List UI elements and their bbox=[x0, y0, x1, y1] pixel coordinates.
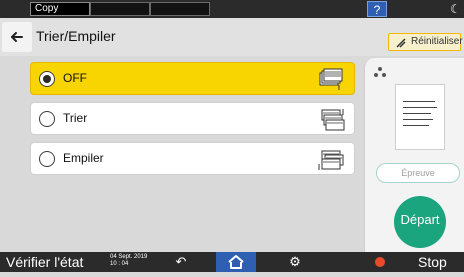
check-status-label: Vérifier l'état bbox=[6, 254, 84, 270]
proof-label: Épreuve bbox=[401, 168, 435, 178]
page-title: Trier/Empiler bbox=[36, 28, 116, 44]
output-sort-icon bbox=[321, 109, 345, 131]
tab-empty-1[interactable] bbox=[90, 2, 150, 16]
start-button[interactable]: Départ bbox=[394, 196, 446, 248]
document-preview bbox=[395, 84, 445, 150]
radio-off[interactable] bbox=[39, 71, 55, 87]
date: 04 Sept. 2019 bbox=[110, 254, 148, 260]
help-label: ? bbox=[373, 3, 381, 17]
proof-button[interactable]: Épreuve bbox=[376, 163, 460, 183]
start-label: Départ bbox=[400, 212, 440, 227]
settings-icon[interactable]: ⚙ bbox=[286, 254, 304, 270]
stop-icon bbox=[375, 257, 385, 267]
top-status-bar: Copy ? ☾ bbox=[0, 0, 464, 18]
tab-copy[interactable]: Copy bbox=[30, 2, 90, 16]
color-mode-icon bbox=[374, 67, 386, 77]
reset-button[interactable]: Réinitialiser bbox=[388, 33, 463, 51]
back-icon[interactable]: ↶ bbox=[172, 254, 190, 270]
radio-sort[interactable] bbox=[39, 111, 55, 127]
tab-label: Copy bbox=[35, 3, 59, 14]
bottom-bar: Vérifier l'état 04 Sept. 2019 10 : 04 ↶ … bbox=[0, 252, 464, 272]
output-off-icon bbox=[319, 68, 343, 90]
date-time: 04 Sept. 2019 10 : 04 bbox=[110, 254, 154, 268]
reset-label: Réinitialiser bbox=[411, 36, 463, 47]
option-sort-label: Trier bbox=[63, 111, 88, 125]
moon-icon[interactable]: ☾ bbox=[450, 1, 464, 17]
option-off-label: OFF bbox=[63, 71, 87, 85]
option-sort[interactable]: Trier bbox=[30, 102, 355, 135]
home-icon bbox=[228, 255, 244, 269]
output-stack-icon bbox=[318, 150, 344, 170]
arrow-left-icon bbox=[11, 32, 23, 42]
option-stack-label: Empiler bbox=[63, 151, 104, 165]
home-button[interactable] bbox=[216, 252, 256, 272]
back-button[interactable] bbox=[2, 22, 32, 52]
check-status-button[interactable]: Vérifier l'état bbox=[6, 252, 83, 272]
radio-stack[interactable] bbox=[39, 151, 55, 167]
tab-empty-2[interactable] bbox=[150, 2, 210, 16]
stop-button[interactable]: Stop bbox=[418, 252, 447, 272]
option-off[interactable]: OFF bbox=[30, 62, 355, 95]
reset-icon bbox=[396, 38, 406, 48]
option-stack[interactable]: Empiler bbox=[30, 142, 355, 175]
sort-stack-options: OFF Trier Empiler bbox=[30, 62, 355, 182]
help-button[interactable]: ? bbox=[367, 1, 387, 17]
stop-label: Stop bbox=[418, 254, 447, 270]
time: 10 : 04 bbox=[110, 261, 129, 267]
